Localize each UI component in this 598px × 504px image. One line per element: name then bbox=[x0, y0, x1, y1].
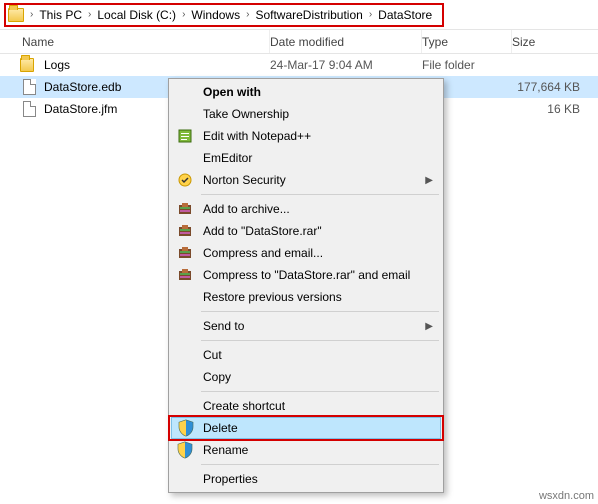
file-size: 16 KB bbox=[512, 102, 598, 116]
breadcrumb[interactable]: › This PC › Local Disk (C:) › Windows › … bbox=[4, 3, 444, 27]
crumb-windows[interactable]: Windows bbox=[187, 8, 244, 22]
menu-cut[interactable]: Cut bbox=[171, 344, 441, 366]
separator bbox=[201, 311, 439, 312]
menu-send-to[interactable]: Send to ▶ bbox=[171, 315, 441, 337]
col-name[interactable]: Name bbox=[0, 30, 270, 53]
file-icon bbox=[20, 79, 38, 95]
menu-open-with[interactable]: Open with bbox=[171, 81, 441, 103]
menu-take-ownership[interactable]: Take Ownership bbox=[171, 103, 441, 125]
col-type[interactable]: Type bbox=[422, 30, 512, 53]
chevron-right-icon[interactable]: › bbox=[86, 9, 93, 20]
menu-properties[interactable]: Properties bbox=[171, 468, 441, 490]
menu-compress-rar-email[interactable]: Compress to "DataStore.rar" and email bbox=[171, 264, 441, 286]
crumb-this-pc[interactable]: This PC bbox=[35, 8, 86, 22]
norton-icon bbox=[176, 171, 194, 189]
chevron-right-icon: ▶ bbox=[425, 175, 433, 186]
file-type: File folder bbox=[422, 58, 512, 72]
chevron-right-icon[interactable]: › bbox=[367, 9, 374, 20]
chevron-right-icon: ▶ bbox=[425, 321, 433, 332]
list-item[interactable]: Logs 24-Mar-17 9:04 AM File folder bbox=[0, 54, 598, 76]
shield-icon bbox=[176, 441, 194, 459]
folder-icon bbox=[20, 58, 38, 72]
chevron-right-icon[interactable]: › bbox=[28, 9, 35, 20]
winrar-icon bbox=[176, 266, 194, 284]
watermark: wsxdn.com bbox=[539, 490, 594, 502]
crumb-datastore[interactable]: DataStore bbox=[374, 8, 436, 22]
crumb-softwaredistribution[interactable]: SoftwareDistribution bbox=[251, 8, 366, 22]
file-icon bbox=[20, 101, 38, 117]
menu-rename[interactable]: Rename bbox=[171, 439, 441, 461]
menu-norton-security[interactable]: Norton Security ▶ bbox=[171, 169, 441, 191]
separator bbox=[201, 464, 439, 465]
menu-delete[interactable]: Delete bbox=[171, 417, 441, 439]
winrar-icon bbox=[176, 222, 194, 240]
address-bar: › This PC › Local Disk (C:) › Windows › … bbox=[0, 0, 598, 30]
col-date[interactable]: Date modified bbox=[270, 30, 422, 53]
column-headers: Name Date modified Type Size bbox=[0, 30, 598, 54]
col-size[interactable]: Size bbox=[512, 30, 598, 53]
notepadpp-icon bbox=[176, 127, 194, 145]
file-size: 177,664 KB bbox=[512, 80, 598, 94]
menu-add-archive[interactable]: Add to archive... bbox=[171, 198, 441, 220]
folder-icon bbox=[8, 8, 24, 22]
winrar-icon bbox=[176, 244, 194, 262]
winrar-icon bbox=[176, 200, 194, 218]
menu-emeditor[interactable]: EmEditor bbox=[171, 147, 441, 169]
menu-add-rar[interactable]: Add to "DataStore.rar" bbox=[171, 220, 441, 242]
file-date: 24-Mar-17 9:04 AM bbox=[270, 58, 422, 72]
menu-edit-notepadpp[interactable]: Edit with Notepad++ bbox=[171, 125, 441, 147]
context-menu: Open with Take Ownership Edit with Notep… bbox=[168, 78, 444, 493]
chevron-right-icon[interactable]: › bbox=[244, 9, 251, 20]
separator bbox=[201, 391, 439, 392]
menu-copy[interactable]: Copy bbox=[171, 366, 441, 388]
chevron-right-icon[interactable]: › bbox=[180, 9, 187, 20]
menu-restore-previous[interactable]: Restore previous versions bbox=[171, 286, 441, 308]
crumb-local-disk[interactable]: Local Disk (C:) bbox=[93, 8, 180, 22]
separator bbox=[201, 194, 439, 195]
shield-icon bbox=[177, 419, 195, 437]
menu-compress-email[interactable]: Compress and email... bbox=[171, 242, 441, 264]
file-name: Logs bbox=[44, 58, 270, 72]
separator bbox=[201, 340, 439, 341]
menu-create-shortcut[interactable]: Create shortcut bbox=[171, 395, 441, 417]
